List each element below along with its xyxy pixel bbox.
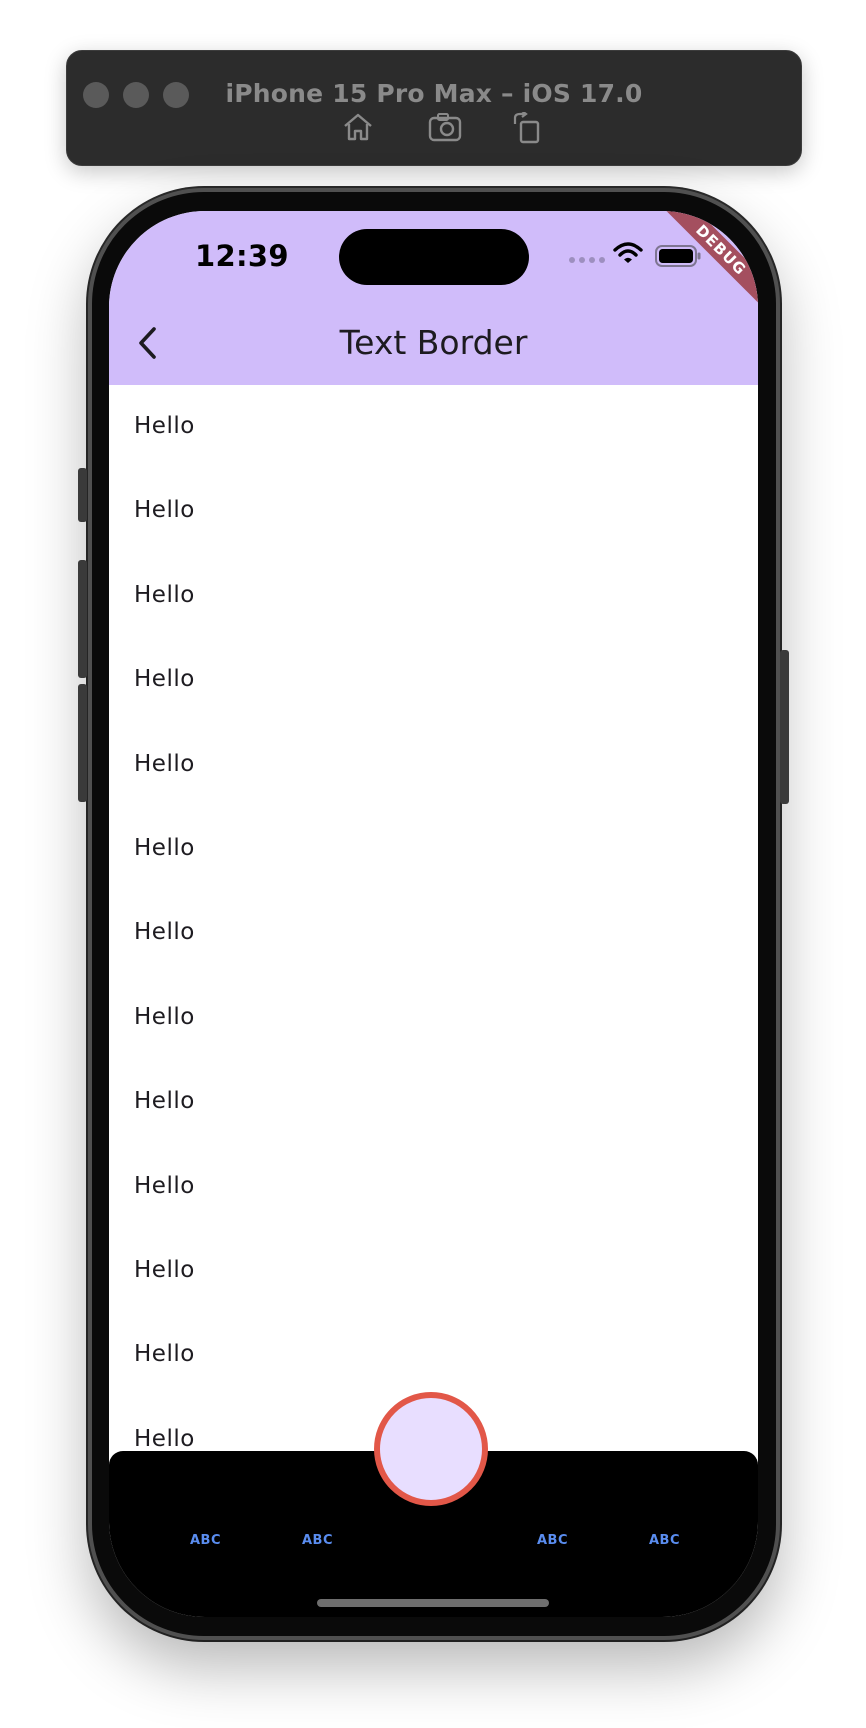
list-item-text: Hello bbox=[134, 834, 195, 861]
tab-abc-1[interactable]: ABC bbox=[190, 1533, 221, 1548]
list-item-text: Hello bbox=[134, 1003, 195, 1030]
list-item: Hello bbox=[109, 638, 758, 722]
list-item: Hello bbox=[109, 385, 758, 469]
list-item-text: Hello bbox=[134, 1172, 195, 1199]
dynamic-island bbox=[339, 229, 529, 285]
list-item: Hello bbox=[109, 1060, 758, 1144]
list-item-text: Hello bbox=[134, 1425, 195, 1452]
app-bar: 12:39 DEBUG Text Border bbox=[109, 211, 758, 385]
cellular-signal-icon bbox=[569, 257, 605, 263]
list-item: Hello bbox=[109, 976, 758, 1060]
list-item-text: Hello bbox=[134, 666, 195, 693]
screenshot-icon[interactable] bbox=[428, 112, 464, 142]
status-time: 12:39 bbox=[195, 239, 289, 273]
home-icon[interactable] bbox=[342, 112, 374, 142]
list-item-text: Hello bbox=[134, 413, 195, 439]
list-item-text: Hello bbox=[134, 919, 195, 946]
tab-abc-3[interactable]: ABC bbox=[537, 1533, 568, 1548]
home-indicator[interactable] bbox=[317, 1599, 549, 1607]
simulator-title-bar: iPhone 15 Pro Max – iOS 17.0 bbox=[66, 50, 802, 166]
tab-abc-2[interactable]: ABC bbox=[302, 1533, 333, 1548]
hello-list[interactable]: Hello Hello Hello Hello Hello Hello Hell… bbox=[109, 385, 758, 1482]
volume-up-button bbox=[78, 560, 87, 678]
tab-abc-4[interactable]: ABC bbox=[649, 1533, 680, 1548]
list-item: Hello bbox=[109, 1229, 758, 1313]
list-item: Hello bbox=[109, 723, 758, 807]
list-item-text: Hello bbox=[134, 1088, 195, 1115]
list-item-text: Hello bbox=[134, 497, 195, 524]
rotate-icon[interactable] bbox=[512, 112, 542, 144]
action-button bbox=[78, 468, 87, 522]
list-item: Hello bbox=[109, 807, 758, 891]
list-item-text: Hello bbox=[134, 750, 195, 777]
wifi-icon bbox=[613, 242, 643, 263]
power-button bbox=[780, 650, 789, 804]
list-item-text: Hello bbox=[134, 1341, 195, 1368]
list-item: Hello bbox=[109, 1313, 758, 1397]
list-item: Hello bbox=[109, 469, 758, 553]
simulator-title: iPhone 15 Pro Max – iOS 17.0 bbox=[225, 79, 643, 108]
list-item-text: Hello bbox=[134, 1256, 195, 1283]
list-item-text: Hello bbox=[134, 581, 195, 608]
volume-down-button bbox=[78, 684, 87, 802]
battery-icon bbox=[655, 245, 701, 267]
list-item: Hello bbox=[109, 891, 758, 975]
center-floating-action-button[interactable] bbox=[374, 1392, 488, 1506]
list-item: Hello bbox=[109, 1145, 758, 1229]
list-item: Hello bbox=[109, 554, 758, 638]
page-title: Text Border bbox=[339, 323, 528, 362]
